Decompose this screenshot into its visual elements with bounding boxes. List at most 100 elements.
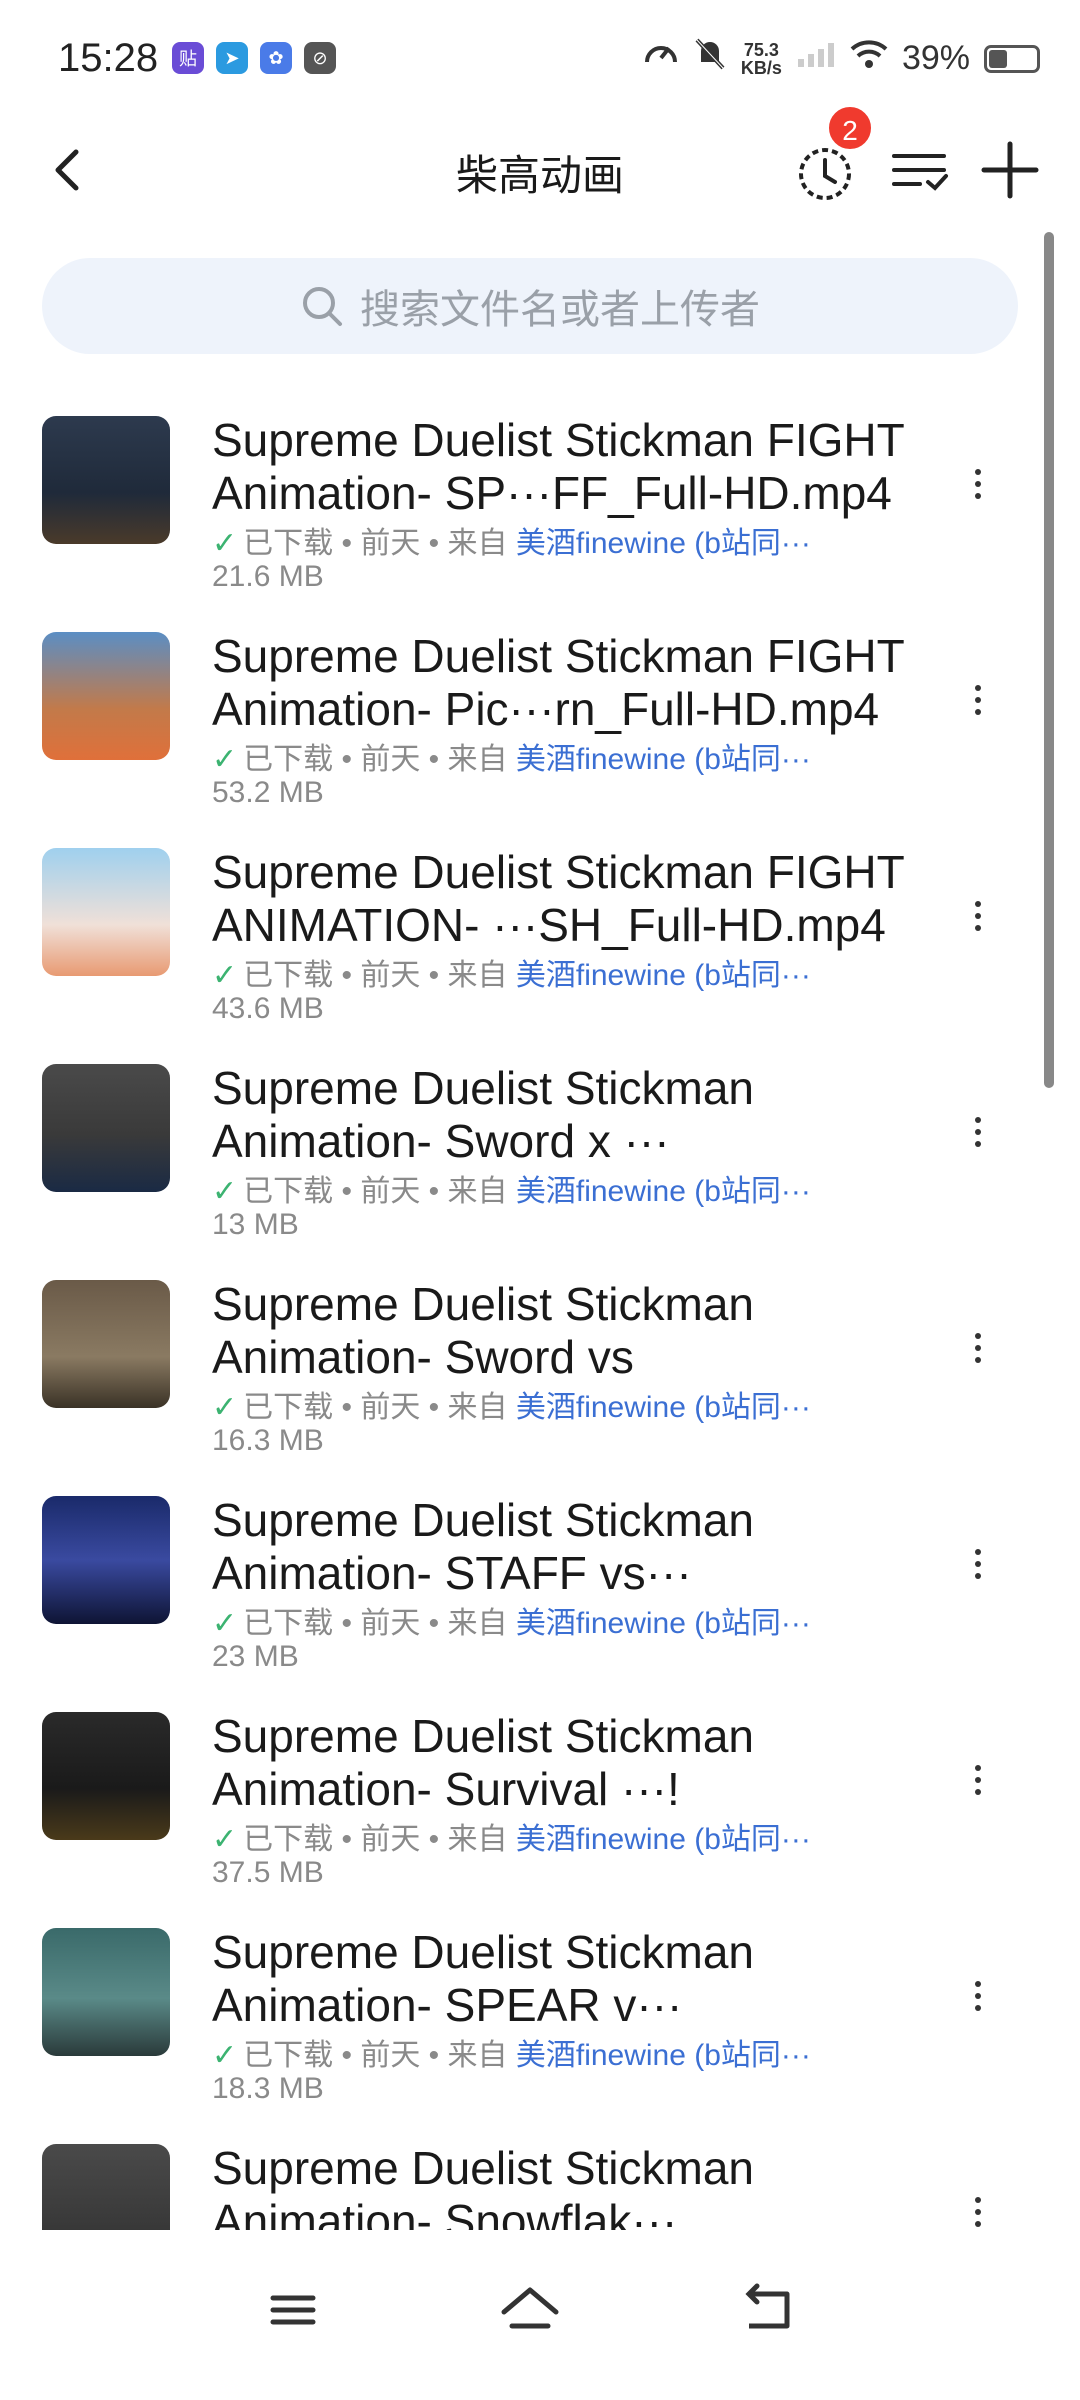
more-options-icon[interactable]: [950, 672, 1006, 728]
downloaded-check-icon: ✓: [212, 959, 238, 992]
file-list-item[interactable]: Supreme Duelist Stickman FIGHT Animation…: [0, 616, 1080, 832]
file-meta: ✓ 已下载 • 前天 • 来自 美酒finewine (b站同···: [212, 1175, 811, 1208]
telegram-icon: ➤: [216, 42, 248, 74]
file-list-item[interactable]: Supreme Duelist Stickman Animation- Swor…: [0, 1264, 1080, 1480]
status-bar: 15:28 贴 ➤ ✿ ⊘ 75.3 KB/s 39%: [0, 0, 1080, 120]
sort-list-icon: [892, 154, 948, 191]
file-time: 前天: [360, 1391, 421, 1424]
uploader-link[interactable]: 美酒finewine (b站同···: [516, 1391, 811, 1424]
top-app-bar: 柴高动画: [0, 120, 1080, 220]
uploader-link[interactable]: 美酒finewine (b站同···: [516, 527, 811, 560]
from-label: 来自: [447, 527, 508, 560]
plus-icon: [981, 141, 1039, 199]
add-button[interactable]: [970, 130, 1050, 210]
file-time: 前天: [360, 2039, 421, 2072]
download-status: 已下载: [243, 1607, 334, 1640]
file-name: Supreme Duelist Stickman Animation- STAF…: [212, 1494, 754, 1599]
downloaded-check-icon: ✓: [212, 527, 238, 560]
home-nav-button[interactable]: [490, 2270, 570, 2350]
video-thumbnail: [42, 1064, 170, 1192]
more-options-icon[interactable]: [950, 1752, 1006, 1808]
file-name: Supreme Duelist Stickman Animation- Swor…: [212, 1062, 754, 1167]
uploader-link[interactable]: 美酒finewine (b站同···: [516, 2039, 811, 2072]
status-time: 15:28: [58, 36, 159, 80]
file-size: 43.6 MB: [212, 992, 324, 1025]
more-options-icon[interactable]: [950, 1104, 1006, 1160]
downloaded-check-icon: ✓: [212, 1391, 238, 1424]
file-list-item[interactable]: Supreme Duelist Stickman FIGHT ANIMATION…: [0, 832, 1080, 1048]
search-icon: [303, 287, 342, 326]
file-list-item[interactable]: Supreme Duelist Stickman Animation- Swor…: [0, 1048, 1080, 1264]
video-thumbnail: [42, 1280, 170, 1408]
download-status: 已下载: [243, 527, 334, 560]
video-thumbnail: [42, 632, 170, 760]
video-thumbnail: [42, 848, 170, 976]
more-options-icon[interactable]: [950, 1320, 1006, 1376]
file-meta: ✓ 已下载 • 前天 • 来自 美酒finewine (b站同···: [212, 959, 811, 992]
video-thumbnail: [42, 416, 170, 544]
file-name: Supreme Duelist Stickman Animation- Swor…: [212, 1278, 754, 1383]
file-meta: ✓ 已下载 • 前天 • 来自 美酒finewine (b站同···: [212, 527, 811, 560]
file-meta: ✓ 已下载 • 前天 • 来自 美酒finewine (b站同···: [212, 1823, 811, 1856]
file-size: 18.3 MB: [212, 2072, 324, 2105]
file-size: 23 MB: [212, 1640, 299, 1673]
file-list-item[interactable]: Supreme Duelist Stickman Animation- SPEA…: [0, 1912, 1080, 2128]
file-time: 前天: [360, 743, 421, 776]
network-speed: 75.3 KB/s: [740, 39, 782, 78]
file-list-item[interactable]: Supreme Duelist Stickman Animation- STAF…: [0, 1480, 1080, 1696]
from-label: 来自: [447, 743, 508, 776]
file-name: Supreme Duelist Stickman Animation- SPEA…: [212, 1926, 754, 2031]
back-nav-button[interactable]: [727, 2270, 807, 2350]
from-label: 来自: [447, 1391, 508, 1424]
uploader-link[interactable]: 美酒finewine (b站同···: [516, 1175, 811, 1208]
more-options-icon[interactable]: [950, 456, 1006, 512]
sort-button[interactable]: [880, 130, 960, 210]
downloaded-check-icon: ✓: [212, 743, 238, 776]
scrollbar[interactable]: [1044, 232, 1054, 1088]
uploader-link[interactable]: 美酒finewine (b站同···: [516, 743, 811, 776]
downloaded-check-icon: ✓: [212, 1175, 238, 1208]
file-size: 16.3 MB: [212, 1424, 324, 1457]
more-options-icon[interactable]: [950, 2184, 1006, 2230]
video-thumbnail: [42, 1712, 170, 1840]
cluster-app-icon: ✿: [260, 42, 292, 74]
more-options-icon[interactable]: [950, 1536, 1006, 1592]
uploader-link[interactable]: 美酒finewine (b站同···: [516, 1607, 811, 1640]
link-app-icon: ⊘: [304, 42, 336, 74]
download-status: 已下载: [243, 959, 334, 992]
file-list-item[interactable]: Supreme Duelist Stickman FIGHT Animation…: [0, 400, 1080, 616]
file-time: 前天: [360, 527, 421, 560]
search-input[interactable]: 搜索文件名或者上传者: [42, 258, 1018, 354]
file-name: Supreme Duelist Stickman FIGHT Animation…: [212, 414, 904, 519]
signal-icon: [796, 39, 836, 78]
from-label: 来自: [447, 1823, 508, 1856]
file-size: 21.6 MB: [212, 560, 324, 593]
from-label: 来自: [447, 2039, 508, 2072]
speedometer-icon: [643, 36, 679, 81]
file-name: Supreme Duelist Stickman FIGHT Animation…: [212, 630, 904, 735]
file-list[interactable]: Supreme Duelist Stickman FIGHT Animation…: [0, 400, 1080, 2230]
download-status: 已下载: [243, 743, 334, 776]
from-label: 来自: [447, 959, 508, 992]
uploader-link[interactable]: 美酒finewine (b站同···: [516, 1823, 811, 1856]
file-list-item[interactable]: Supreme Duelist Stickman Animation- Snow…: [0, 2128, 1080, 2230]
download-status: 已下载: [243, 2039, 334, 2072]
battery-icon: [984, 44, 1040, 73]
from-label: 来自: [447, 1607, 508, 1640]
download-status: 已下载: [243, 1391, 334, 1424]
video-thumbnail: [42, 2144, 170, 2230]
status-indicators: 75.3 KB/s 39%: [643, 36, 1040, 81]
system-nav-bar: [0, 2230, 1080, 2400]
menu-nav-button[interactable]: [253, 2270, 333, 2350]
video-thumbnail: [42, 1496, 170, 1624]
file-name: Supreme Duelist Stickman Animation- Snow…: [212, 2142, 754, 2230]
more-options-icon[interactable]: [950, 1968, 1006, 2024]
status-app-icons: 贴 ➤ ✿ ⊘: [172, 42, 336, 74]
more-options-icon[interactable]: [950, 888, 1006, 944]
file-name: Supreme Duelist Stickman Animation- Surv…: [212, 1710, 754, 1815]
history-badge: 2: [826, 104, 874, 152]
uploader-link[interactable]: 美酒finewine (b站同···: [516, 959, 811, 992]
file-size: 37.5 MB: [212, 1856, 324, 1889]
file-list-item[interactable]: Supreme Duelist Stickman Animation- Surv…: [0, 1696, 1080, 1912]
file-time: 前天: [360, 1175, 421, 1208]
